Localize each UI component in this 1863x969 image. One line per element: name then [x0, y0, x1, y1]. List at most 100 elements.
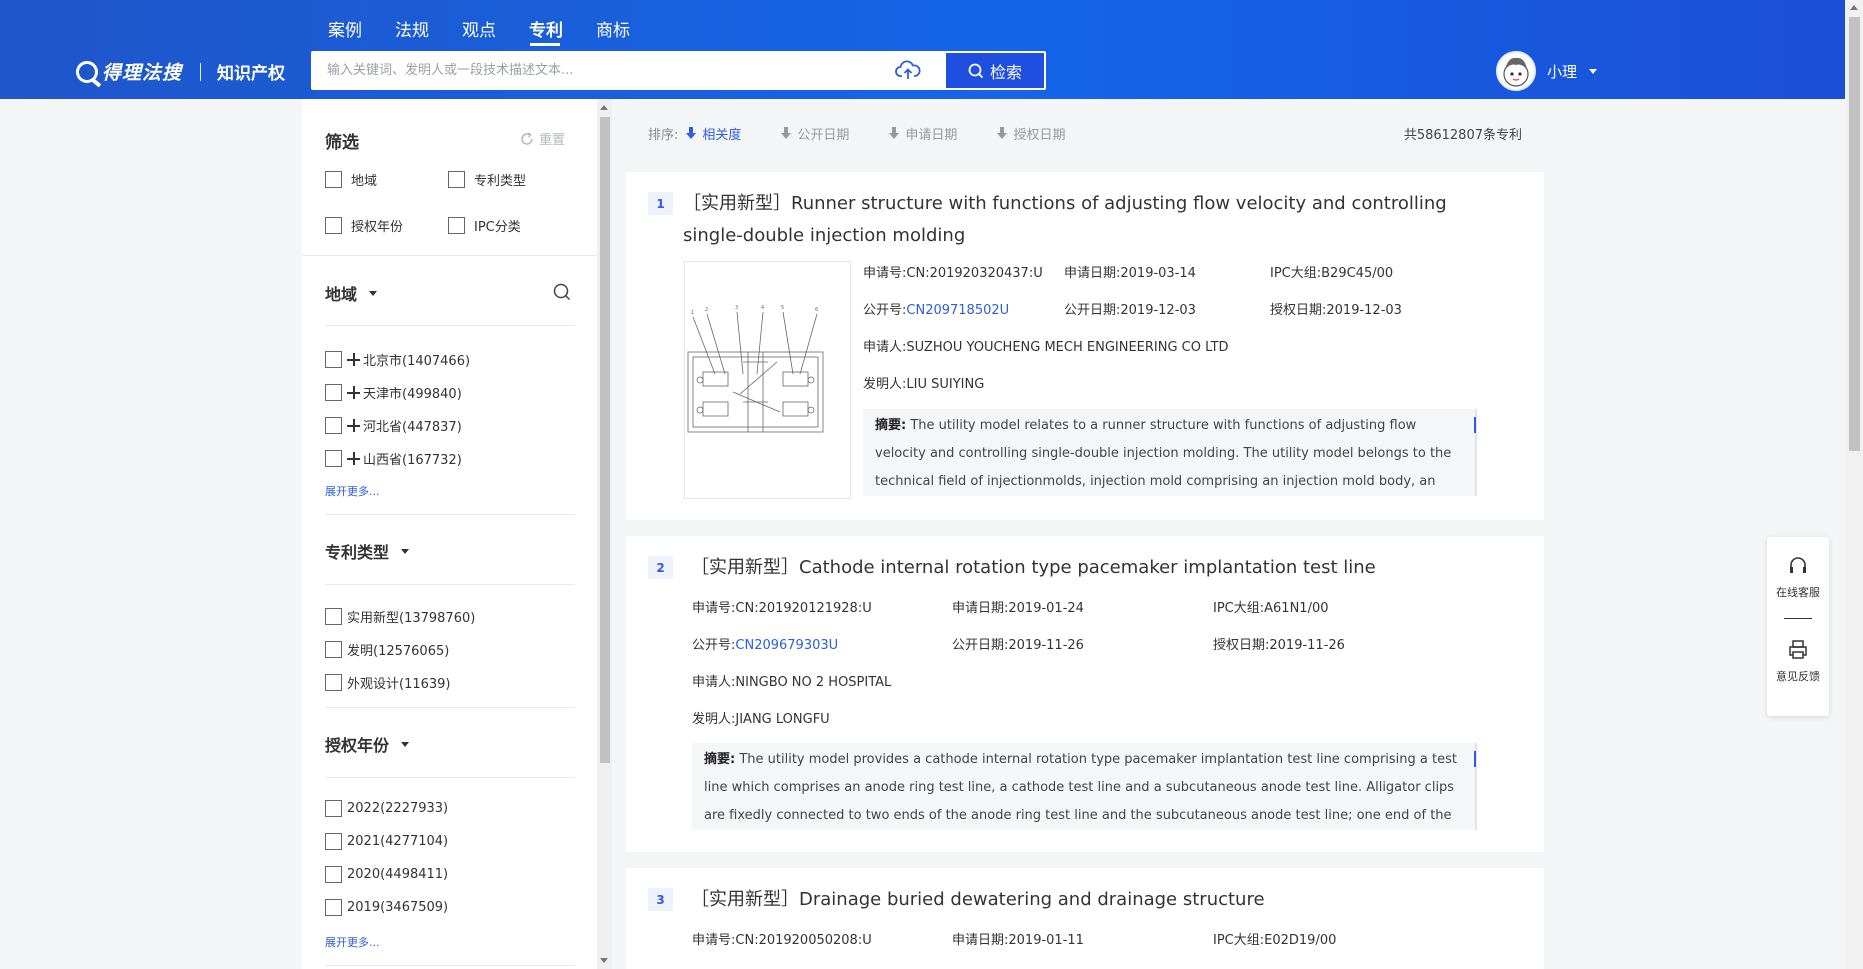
plus-icon[interactable] [347, 452, 360, 465]
nav-laws[interactable]: 法规 [395, 16, 462, 46]
checkbox[interactable] [325, 800, 342, 817]
online-service-button[interactable]: 在线客服 [1767, 555, 1829, 600]
application-number: 申请号:CN:201920050208:U [692, 933, 872, 948]
sort-relevance[interactable]: 相关度 [686, 124, 741, 143]
grant-year-item[interactable]: 2020(4498411) [325, 866, 448, 883]
sort-label: 排序: [648, 127, 679, 143]
sidebar-scrollbar-thumb[interactable] [600, 117, 610, 763]
user-menu[interactable]: 小理 [1496, 51, 1598, 91]
logo-subtitle: 知识产权 [217, 64, 286, 84]
sort-pub-date[interactable]: 公开日期 [781, 124, 849, 143]
region-group-title[interactable]: 地域 [325, 281, 378, 305]
abstract: 摘要: The utility model relates to a runne… [863, 409, 1477, 496]
patent-type-group-title[interactable]: 专利类型 [325, 539, 410, 563]
checkbox[interactable] [325, 833, 342, 850]
nav-patents[interactable]: 专利 [529, 16, 596, 46]
grant-year-item[interactable]: 2021(4277104) [325, 833, 448, 850]
filter-title: 筛选 [325, 133, 359, 153]
expand-more-link[interactable]: 展开更多... [325, 483, 380, 499]
patent-type-item[interactable]: 发明(12576065) [325, 640, 449, 659]
grant-year-item[interactable]: 2022(2227933) [325, 800, 448, 817]
patent-type-label: 外观设计(11639) [347, 677, 451, 692]
sort-bar: 排序: 相关度 公开日期 申请日期 授权日期 共58612807条专利 [626, 99, 1544, 167]
nav-views[interactable]: 观点 [462, 16, 529, 46]
cloud-upload-icon[interactable] [895, 59, 921, 81]
result-title[interactable]: ［实用新型］Cathode internal rotation type pac… [691, 552, 1511, 584]
checkbox[interactable] [325, 608, 342, 625]
publication-date: 公开日期:2019-11-26 [952, 638, 1084, 653]
publication-date: 公开日期:2019-12-03 [1064, 303, 1196, 318]
svg-text:2: 2 [705, 307, 708, 313]
ipc-group: IPC大组:E02D19/00 [1213, 933, 1337, 948]
svg-text:6: 6 [815, 307, 818, 313]
publication-number-link[interactable]: CN209718502U [906, 303, 1009, 318]
abstract-highlight-bar [1474, 417, 1476, 433]
filter-label: 专利类型 [474, 174, 527, 189]
patent-drawing-thumbnail[interactable]: 1 2 3 4 5 6 [684, 261, 851, 499]
grant-year-item[interactable]: 2019(3467509) [325, 899, 448, 916]
user-name: 小理 [1547, 62, 1578, 81]
divider [325, 777, 575, 778]
expand-more-link[interactable]: 展开更多... [325, 934, 380, 950]
plus-icon[interactable] [347, 419, 360, 432]
result-title[interactable]: ［实用新型］Drainage buried dewatering and dra… [691, 884, 1511, 916]
feedback-label: 意见反馈 [1776, 670, 1820, 683]
scroll-up-arrow-icon[interactable] [600, 105, 608, 110]
reset-button[interactable]: 重置 [520, 129, 565, 148]
logo[interactable]: 得理法搜 知识产权 [76, 58, 285, 85]
filter-ipc[interactable]: IPC分类 [448, 216, 521, 235]
search-input[interactable] [327, 51, 887, 90]
region-item[interactable]: 河北省(447837) [325, 416, 462, 435]
printer-feedback-icon [1789, 640, 1807, 659]
filter-grant-year[interactable]: 授权年份 [325, 216, 403, 235]
sort-app-date[interactable]: 申请日期 [889, 124, 957, 143]
abstract-label: 摘要: [875, 418, 907, 433]
checkbox[interactable] [325, 899, 342, 916]
checkbox[interactable] [325, 674, 342, 691]
reset-label: 重置 [539, 133, 566, 148]
checkbox[interactable] [325, 417, 342, 434]
checkbox[interactable] [325, 641, 342, 658]
svg-text:3: 3 [735, 305, 738, 311]
nav-cases[interactable]: 案例 [328, 16, 395, 46]
checkbox[interactable] [325, 866, 342, 883]
publication-number-link[interactable]: CN209679303U [735, 638, 838, 653]
checkbox[interactable] [325, 450, 342, 467]
sort-grant-date[interactable]: 授权日期 [997, 124, 1065, 143]
patent-type-item[interactable]: 外观设计(11639) [325, 673, 451, 692]
search-icon[interactable] [552, 282, 572, 302]
divider [325, 707, 575, 708]
region-item[interactable]: 天津市(499840) [325, 383, 462, 402]
inventor: 发明人:JIANG LONGFU [692, 712, 830, 727]
plus-icon[interactable] [347, 353, 360, 366]
checkbox[interactable] [448, 217, 465, 234]
avatar-face-icon [1503, 57, 1529, 87]
patent-type-item[interactable]: 实用新型(13798760) [325, 607, 475, 626]
region-item[interactable]: 北京市(1407466) [325, 350, 470, 369]
application-date: 申请日期:2019-01-11 [952, 933, 1084, 948]
filter-patent-type[interactable]: 专利类型 [448, 170, 526, 189]
divider [325, 514, 575, 515]
scroll-down-arrow-icon[interactable] [600, 958, 608, 963]
checkbox[interactable] [325, 217, 342, 234]
filter-region[interactable]: 地域 [325, 170, 377, 189]
result-title[interactable]: ［实用新型］Runner structure with functions of… [683, 188, 1503, 252]
checkbox[interactable] [325, 384, 342, 401]
grant-year-label: 2022(2227933) [347, 801, 449, 816]
search-button[interactable]: 检索 [945, 52, 1045, 89]
filter-header: 筛选 重置 地域 专利类型 授权年份 IPC分类 [302, 99, 597, 256]
grant-year-group-title[interactable]: 授权年份 [325, 732, 410, 756]
checkbox[interactable] [325, 351, 342, 368]
logo-text: 得理法搜 [102, 62, 183, 84]
application-number: 申请号:CN:201920320437:U [863, 266, 1043, 281]
region-label: 天津市(499840) [363, 387, 462, 402]
nav-trademarks[interactable]: 商标 [596, 16, 663, 46]
region-item[interactable]: 山西省(167732) [325, 449, 462, 468]
checkbox[interactable] [325, 171, 342, 188]
divider [325, 325, 575, 326]
feedback-button[interactable]: 意见反馈 [1767, 639, 1829, 684]
page-scrollbar-thumb[interactable] [1849, 17, 1860, 451]
checkbox[interactable] [448, 171, 465, 188]
plus-icon[interactable] [347, 386, 360, 399]
scroll-up-arrow-icon[interactable] [1850, 5, 1858, 10]
